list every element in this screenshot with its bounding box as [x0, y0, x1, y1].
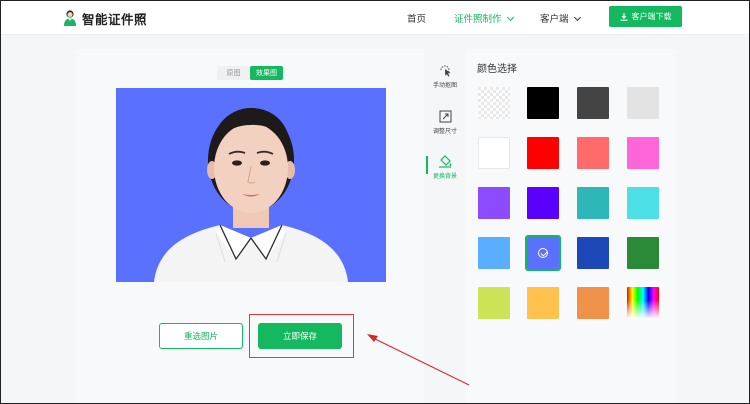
tool-change-background-label: 更换背景 — [432, 173, 457, 180]
nav-home[interactable]: 首页 — [407, 11, 426, 25]
color-swatch[interactable] — [527, 187, 559, 219]
color-swatch[interactable] — [627, 137, 659, 169]
tool-sidebar: 手动抠图 调整尺寸 更换背景 — [426, 49, 464, 403]
color-swatch[interactable] — [525, 235, 561, 271]
nav-client-label: 客户端 — [540, 14, 569, 25]
color-swatch[interactable] — [577, 187, 609, 219]
cursor-cutout-icon — [440, 65, 450, 77]
color-swatch[interactable] — [577, 87, 609, 119]
client-download-button[interactable]: 客户端下载 — [609, 6, 682, 27]
color-swatch[interactable] — [627, 187, 659, 219]
color-swatch[interactable] — [527, 287, 559, 319]
tool-manual-cutout-label: 手动抠图 — [432, 82, 457, 89]
nav-id-photo[interactable]: 证件照制作 — [454, 11, 514, 25]
color-swatch[interactable] — [577, 137, 609, 169]
chevron-down-icon — [573, 13, 581, 22]
reselect-image-button[interactable]: 重选图片 — [159, 323, 243, 349]
color-swatch[interactable] — [527, 137, 559, 169]
color-swatch[interactable] — [527, 87, 559, 119]
brand-name[interactable]: 智能证件照 — [82, 9, 147, 28]
color-panel-title: 颜色选择 — [477, 64, 517, 75]
resize-icon — [439, 110, 451, 123]
nav-home-label: 首页 — [407, 14, 427, 25]
color-swatch-custom-gradient[interactable] — [627, 287, 659, 319]
nav-id-photo-label: 证件照制作 — [454, 14, 502, 25]
nav-client[interactable]: 客户端 — [540, 11, 581, 25]
color-swatch[interactable] — [478, 187, 510, 219]
tool-change-background[interactable]: 更换背景 — [426, 154, 464, 180]
color-swatch[interactable] — [577, 237, 609, 269]
app-window: 智能证件照 首页 证件照制作 客户端 客户端下载 原图 效果图 重选图片 立即保… — [0, 0, 750, 404]
color-picker-panel: 颜色选择 — [466, 49, 676, 403]
color-swatch[interactable] — [478, 287, 510, 319]
download-label: 客户端下载 — [631, 12, 672, 21]
check-icon — [538, 248, 548, 258]
tab-original[interactable]: 原图 — [217, 66, 250, 80]
color-swatch-transparent[interactable] — [478, 87, 510, 119]
top-navbar: 智能证件照 首页 证件照制作 客户端 客户端下载 — [1, 1, 749, 35]
tool-resize-label: 调整尺寸 — [432, 128, 457, 135]
id-photo-preview — [116, 88, 386, 282]
preview-toggle: 原图 效果图 — [217, 66, 283, 80]
tool-resize[interactable]: 调整尺寸 — [426, 110, 464, 135]
tab-effect[interactable]: 效果图 — [250, 66, 283, 80]
annotation-highlight-box — [249, 314, 354, 358]
color-swatch[interactable] — [478, 137, 510, 169]
color-swatch[interactable] — [627, 237, 659, 269]
paint-bucket-icon — [438, 155, 451, 168]
chevron-down-icon — [506, 13, 514, 22]
color-swatch[interactable] — [478, 237, 510, 269]
download-icon — [620, 12, 627, 21]
color-swatch[interactable] — [577, 287, 609, 319]
tool-manual-cutout[interactable]: 手动抠图 — [426, 64, 464, 89]
color-swatch[interactable] — [627, 87, 659, 119]
portrait-image — [154, 108, 348, 282]
logo-avatar-icon — [64, 10, 76, 26]
